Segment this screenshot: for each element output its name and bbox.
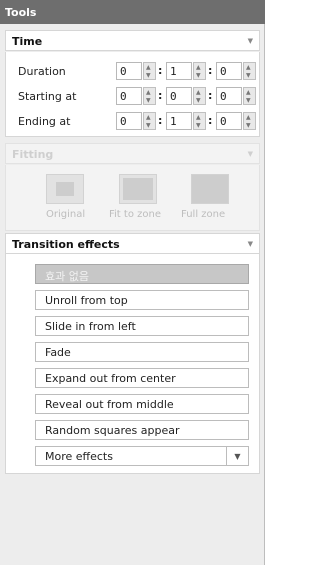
starting-at-row: Starting at 0 ▲ ▼ : 0 ▲ ▼ : 0 ▲ ▼ — [18, 87, 261, 105]
effect-slide-in-from-left-button[interactable]: Slide in from left — [35, 316, 249, 336]
collapse-chevron-icon[interactable]: ▼ — [248, 241, 253, 248]
end-seconds-field[interactable]: 0 — [216, 112, 242, 130]
end-minutes-field[interactable]: 1 — [166, 112, 192, 130]
ending-at-label: Ending at — [18, 115, 71, 128]
fitting-section-body: Original Fit to zone Full zone — [5, 165, 260, 231]
time-separator: : — [158, 114, 163, 127]
time-separator: : — [208, 64, 213, 77]
duration-minutes-field[interactable]: 1 — [166, 62, 192, 80]
spin-arrows-icon[interactable]: ▲ ▼ — [243, 87, 256, 105]
effect-unroll-from-top-button[interactable]: Unroll from top — [35, 290, 249, 310]
spin-arrows-icon[interactable]: ▲ ▼ — [243, 112, 256, 130]
effect-reveal-out-from-middle-button[interactable]: Reveal out from middle — [35, 394, 249, 414]
spin-arrows-icon[interactable]: ▲ ▼ — [243, 62, 256, 80]
time-section-title: Time — [12, 35, 43, 48]
collapse-chevron-icon[interactable]: ▼ — [248, 38, 253, 45]
more-effects-dropdown[interactable]: More effects ▼ — [35, 446, 249, 466]
effect-fade-button[interactable]: Fade — [35, 342, 249, 362]
fitting-section-title: Fitting — [12, 148, 54, 161]
fit-to-zone-icon — [119, 174, 157, 204]
time-section-header[interactable]: Time ▼ — [5, 30, 260, 51]
full-zone-icon — [191, 174, 229, 204]
start-seconds-field[interactable]: 0 — [216, 87, 242, 105]
fitting-section-header: Fitting ▼ — [5, 143, 260, 164]
effect-expand-out-from-center-button[interactable]: Expand out from center — [35, 368, 249, 388]
duration-row: Duration 0 ▲ ▼ : 1 ▲ ▼ : 0 ▲ ▼ — [18, 62, 261, 80]
collapse-chevron-icon: ▼ — [247, 150, 253, 158]
time-separator: : — [208, 89, 213, 102]
spin-arrows-icon[interactable]: ▲ ▼ — [143, 87, 156, 105]
starting-at-label: Starting at — [18, 90, 77, 103]
time-section-body: Duration 0 ▲ ▼ : 1 ▲ ▼ : 0 ▲ ▼ Starting at … — [5, 52, 260, 137]
transition-section-title: Transition effects — [12, 238, 120, 251]
ending-at-row: Ending at 0 ▲ ▼ : 1 ▲ ▼ : 0 ▲ ▼ — [18, 112, 261, 130]
original-size-icon — [46, 174, 84, 204]
panel-title: Tools — [0, 0, 265, 24]
fit-option-label: Fit to zone — [109, 209, 161, 220]
spin-arrows-icon[interactable]: ▲ ▼ — [193, 112, 206, 130]
fit-option-label: Original — [46, 209, 86, 220]
more-effects-label: More effects — [45, 450, 113, 463]
fit-option-label: Full zone — [181, 209, 226, 220]
duration-label: Duration — [18, 65, 66, 78]
transition-section-body: 효과 없음 Unroll from top Slide in from left… — [5, 254, 260, 474]
tools-panel: Tools Time ▼ Duration 0 ▲ ▼ : 1 ▲ ▼ : 0 ▲ ▼… — [0, 0, 265, 565]
duration-hours-field[interactable]: 0 — [116, 62, 142, 80]
time-separator: : — [208, 114, 213, 127]
spin-arrows-icon[interactable]: ▲ ▼ — [193, 62, 206, 80]
duration-seconds-field[interactable]: 0 — [216, 62, 242, 80]
time-separator: : — [158, 64, 163, 77]
start-hours-field[interactable]: 0 — [116, 87, 142, 105]
effect-random-squares-appear-button[interactable]: Random squares appear — [35, 420, 249, 440]
effect-none-button[interactable]: 효과 없음 — [35, 264, 249, 284]
end-hours-field[interactable]: 0 — [116, 112, 142, 130]
dropdown-arrow-icon[interactable]: ▼ — [226, 447, 248, 465]
spin-arrows-icon[interactable]: ▲ ▼ — [143, 62, 156, 80]
spin-arrows-icon[interactable]: ▲ ▼ — [193, 87, 206, 105]
transition-section-header[interactable]: Transition effects ▼ — [5, 233, 260, 254]
time-separator: : — [158, 89, 163, 102]
start-minutes-field[interactable]: 0 — [166, 87, 192, 105]
spin-arrows-icon[interactable]: ▲ ▼ — [143, 112, 156, 130]
